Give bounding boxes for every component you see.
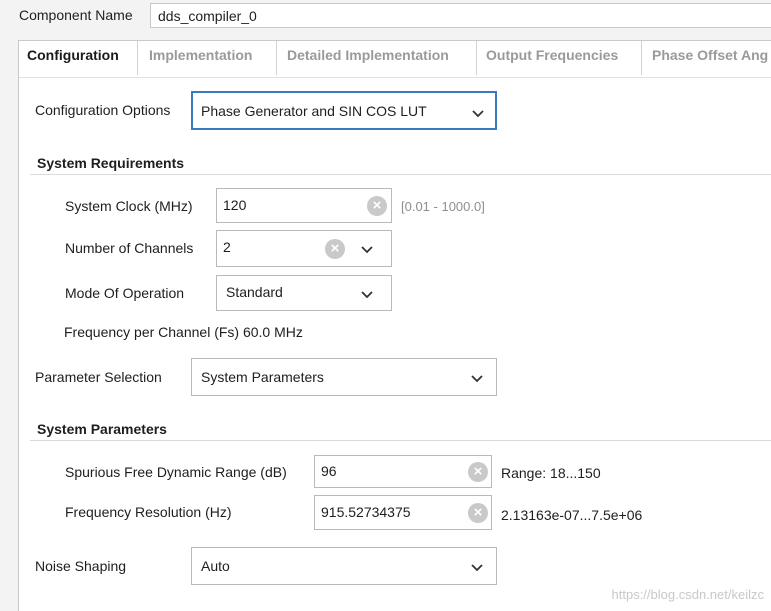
clear-x-icon[interactable]: × <box>468 462 488 482</box>
system-clock-range: [0.01 - 1000.0] <box>401 199 485 214</box>
system-requirements-heading: System Requirements <box>37 155 185 171</box>
number-of-channels-value: 2 <box>223 239 231 255</box>
sfdr-label: Spurious Free Dynamic Range (dB) <box>65 464 287 480</box>
noise-shaping-value: Auto <box>201 558 230 574</box>
component-name-input[interactable]: dds_compiler_0 <box>150 3 771 28</box>
component-name-value: dds_compiler_0 <box>158 8 257 24</box>
parameter-selection-value: System Parameters <box>201 369 324 385</box>
section-divider <box>30 440 771 441</box>
clear-x-icon[interactable]: × <box>468 503 488 523</box>
chevron-down-icon <box>471 564 483 572</box>
mode-of-operation-value: Standard <box>226 284 283 300</box>
configuration-options-label: Configuration Options <box>35 102 171 118</box>
tab-bar-underline <box>19 77 771 78</box>
chevron-down-icon <box>361 246 373 254</box>
tab-divider <box>476 41 477 75</box>
parameter-selection-label: Parameter Selection <box>35 369 162 385</box>
clear-x-icon[interactable]: × <box>325 239 345 259</box>
number-of-channels-label: Number of Channels <box>65 240 194 256</box>
frequency-resolution-value: 915.52734375 <box>321 504 411 520</box>
clear-x-icon[interactable]: × <box>367 196 387 216</box>
frequency-resolution-range: 2.13163e-07...7.5e+06 <box>501 507 643 523</box>
mode-of-operation-select[interactable]: Standard <box>216 275 392 311</box>
system-clock-input[interactable]: 120 × <box>216 188 392 223</box>
tab-output-frequencies[interactable]: Output Frequencies <box>486 47 618 69</box>
number-of-channels-select[interactable]: 2 × <box>216 230 392 267</box>
noise-shaping-select[interactable]: Auto <box>191 547 497 585</box>
sfdr-input[interactable]: 96 × <box>314 455 492 488</box>
frequency-resolution-label: Frequency Resolution (Hz) <box>65 504 232 520</box>
parameter-selection-select[interactable]: System Parameters <box>191 358 497 396</box>
tab-divider <box>641 41 642 75</box>
frequency-per-channel-text: Frequency per Channel (Fs) 60.0 MHz <box>64 324 303 340</box>
tab-phase-offset-angles[interactable]: Phase Offset Ang <box>652 47 768 69</box>
tab-divider <box>276 41 277 75</box>
tab-implementation[interactable]: Implementation <box>149 47 252 69</box>
section-divider <box>30 174 771 175</box>
sfdr-value: 96 <box>321 463 337 479</box>
chevron-down-icon <box>361 291 373 299</box>
system-clock-label: System Clock (MHz) <box>65 198 193 214</box>
system-clock-value: 120 <box>223 197 247 213</box>
mode-of-operation-label: Mode Of Operation <box>65 285 185 301</box>
sfdr-range: Range: 18...150 <box>501 465 601 481</box>
component-name-label: Component Name <box>19 7 133 23</box>
tab-divider <box>137 41 138 75</box>
watermark-text: https://blog.csdn.net/keilzc <box>611 587 764 602</box>
tab-detailed-implementation[interactable]: Detailed Implementation <box>287 47 449 69</box>
system-parameters-heading: System Parameters <box>37 421 167 437</box>
configuration-options-value: Phase Generator and SIN COS LUT <box>201 103 427 119</box>
frequency-resolution-input[interactable]: 915.52734375 × <box>314 495 492 530</box>
chevron-down-icon <box>472 110 484 118</box>
configuration-options-select[interactable]: Phase Generator and SIN COS LUT <box>191 91 497 130</box>
tab-configuration[interactable]: Configuration <box>27 47 119 69</box>
chevron-down-icon <box>471 375 483 383</box>
noise-shaping-label: Noise Shaping <box>35 558 127 574</box>
